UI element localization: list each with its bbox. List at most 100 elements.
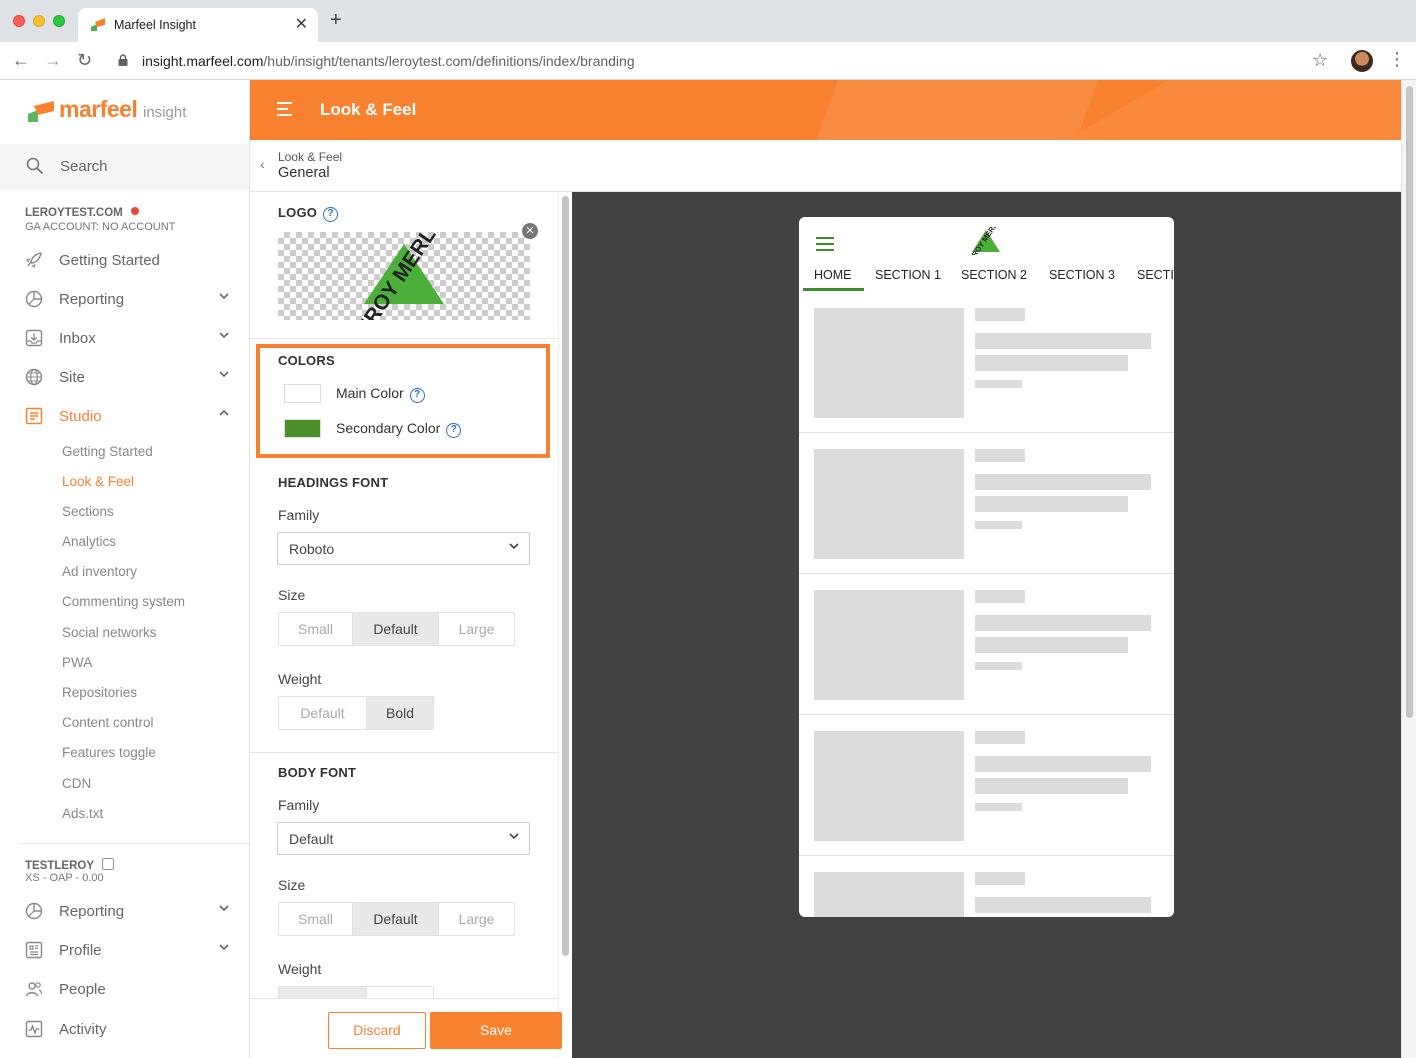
preview-area: LEROY MERLIN HOME SECTION 1 SECTION 2 SE… [572, 192, 1401, 1058]
page-title: Look & Feel [320, 100, 417, 119]
studio-item-ad-inventory[interactable]: Ad inventory [62, 564, 137, 579]
studio-item-pwa[interactable]: PWA [62, 655, 92, 670]
size-default-option[interactable]: Default [353, 613, 439, 645]
body-size-toggle: Small Default Large [278, 902, 515, 936]
chevron-down-icon[interactable] [218, 902, 230, 914]
svg-text:LEROY MERLIN: LEROY MERLIN [345, 232, 453, 320]
brand-name: marfeel [59, 96, 138, 122]
browser-tab[interactable]: Marfeel Insight ✕ [78, 8, 318, 42]
sidebar-search[interactable]: Search [0, 144, 249, 190]
page-scrollbar[interactable] [1401, 80, 1416, 1058]
studio-item-ads-txt[interactable]: Ads.txt [62, 806, 103, 821]
back-arrow-icon[interactable]: ← [12, 50, 30, 70]
settings-panel: LOGO? LEROY MERLIN ✕ COLORS Main Color? … [250, 192, 558, 998]
breadcrumb-parent[interactable]: Look & Feel [278, 150, 342, 164]
pie-chart-icon [25, 290, 43, 308]
sidebar-item-activity[interactable]: Activity [0, 1010, 249, 1049]
brand-subtitle: insight [143, 104, 187, 121]
preview-tabs: HOME SECTION 1 SECTION 2 SECTION 3 SECTI [799, 268, 1174, 290]
help-icon[interactable]: ? [446, 423, 462, 438]
section-divider [250, 752, 558, 753]
lock-icon[interactable] [118, 54, 128, 66]
studio-item-cdn[interactable]: CDN [62, 776, 91, 791]
studio-item-getting-started[interactable]: Getting Started [62, 444, 153, 459]
sidebar-item-inbox[interactable]: Inbox [0, 319, 249, 358]
account-name[interactable]: TESTLEROY [25, 858, 115, 872]
size-large-option[interactable]: Large [439, 613, 514, 645]
studio-item-sections[interactable]: Sections [62, 504, 114, 519]
save-button[interactable]: Save [430, 1012, 562, 1049]
back-chevron-icon[interactable]: ‹ [260, 156, 265, 172]
browser-tab-bar: Marfeel Insight ✕ + [0, 0, 1416, 42]
help-icon[interactable]: ? [323, 207, 339, 222]
avatar[interactable] [1351, 50, 1373, 72]
activity-icon [25, 1020, 43, 1038]
scrollbar-thumb[interactable] [562, 196, 569, 956]
studio-item-analytics[interactable]: Analytics [62, 534, 116, 549]
weight-default-option[interactable]: Default [279, 697, 367, 729]
weight-bold-option[interactable]: Bold [367, 697, 433, 729]
weight-bold-option[interactable] [367, 987, 433, 998]
forward-arrow-icon[interactable]: → [44, 50, 62, 70]
remove-logo-button[interactable]: ✕ [522, 223, 538, 239]
body-font-title: BODY FONT [278, 765, 357, 780]
size-small-option[interactable]: Small [279, 903, 353, 935]
breadcrumb: ‹ Look & Feel General [250, 140, 1401, 192]
chevron-up-icon[interactable] [218, 407, 230, 419]
weight-default-option[interactable] [279, 987, 367, 998]
address-bar: ← → ↻ insight.marfeel.com/hub/insight/te… [0, 42, 1416, 80]
chevron-down-icon[interactable] [218, 941, 230, 953]
people-icon [25, 982, 43, 997]
hamburger-menu-icon[interactable] [277, 102, 292, 116]
minimize-window-button[interactable] [33, 15, 45, 27]
preview-logo: LEROY MERLIN [965, 227, 1003, 255]
close-tab-icon[interactable]: ✕ [295, 14, 308, 34]
account-name[interactable]: LEROYTEST.COM [25, 207, 139, 219]
sidebar-item-reporting[interactable]: Reporting [0, 892, 249, 931]
body-family-select[interactable]: Default [277, 822, 530, 855]
close-window-button[interactable] [13, 15, 25, 27]
headings-weight-toggle: Default Bold [278, 696, 434, 730]
secondary-color-label: Secondary Color? [336, 420, 462, 438]
bookmark-star-icon[interactable]: ☆ [1312, 50, 1328, 71]
logo-upload[interactable]: LEROY MERLIN [278, 232, 530, 320]
sidebar-item-site[interactable]: Site [0, 358, 249, 397]
colors-section-title: COLORS [278, 353, 335, 368]
studio-item-look-and-feel[interactable]: Look & Feel [62, 474, 134, 489]
reload-icon[interactable]: ↻ [77, 50, 92, 70]
sidebar-item-studio[interactable]: Studio [0, 397, 249, 436]
account-switch-icon[interactable] [102, 858, 115, 870]
help-icon[interactable]: ? [409, 388, 425, 403]
breadcrumb-current: General [278, 165, 330, 181]
maximize-window-button[interactable] [53, 15, 65, 27]
studio-item-features-toggle[interactable]: Features toggle [62, 745, 156, 760]
body-family-label: Family [278, 797, 320, 813]
sidebar-item-profile[interactable]: Profile [0, 931, 249, 970]
chevron-down-icon[interactable] [218, 290, 230, 302]
main-color-swatch[interactable] [284, 384, 321, 403]
studio-item-repositories[interactable]: Repositories [62, 685, 137, 700]
sidebar-item-reporting[interactable]: Reporting [0, 280, 249, 319]
secondary-color-swatch[interactable] [284, 419, 321, 438]
size-small-option[interactable]: Small [279, 613, 353, 645]
browser-menu-icon[interactable]: ⋮ [1388, 49, 1406, 70]
discard-button[interactable]: Discard [328, 1012, 426, 1049]
studio-item-content-control[interactable]: Content control [62, 715, 154, 730]
sidebar-item-people[interactable]: People [0, 970, 249, 1009]
search-input[interactable]: Search [60, 158, 108, 175]
rocket-icon [25, 252, 42, 269]
panel-scrollbar[interactable] [558, 192, 572, 1058]
sidebar-item-getting-started[interactable]: Getting Started [0, 241, 249, 280]
headings-family-select[interactable]: Roboto [277, 532, 530, 565]
size-default-option[interactable]: Default [353, 903, 439, 935]
chevron-down-icon[interactable] [218, 368, 230, 380]
scrollbar-thumb[interactable] [1406, 86, 1413, 718]
chevron-down-icon[interactable] [218, 329, 230, 341]
sidebar: marfeel insight Search LEROYTEST.COM GA … [0, 80, 250, 1058]
size-large-option[interactable]: Large [439, 903, 514, 935]
url-field[interactable]: insight.marfeel.com/hub/insight/tenants/… [142, 53, 635, 69]
studio-item-commenting-system[interactable]: Commenting system [62, 594, 185, 609]
studio-item-social-networks[interactable]: Social networks [62, 625, 157, 640]
new-tab-button[interactable]: + [330, 10, 342, 30]
globe-icon [25, 368, 43, 386]
